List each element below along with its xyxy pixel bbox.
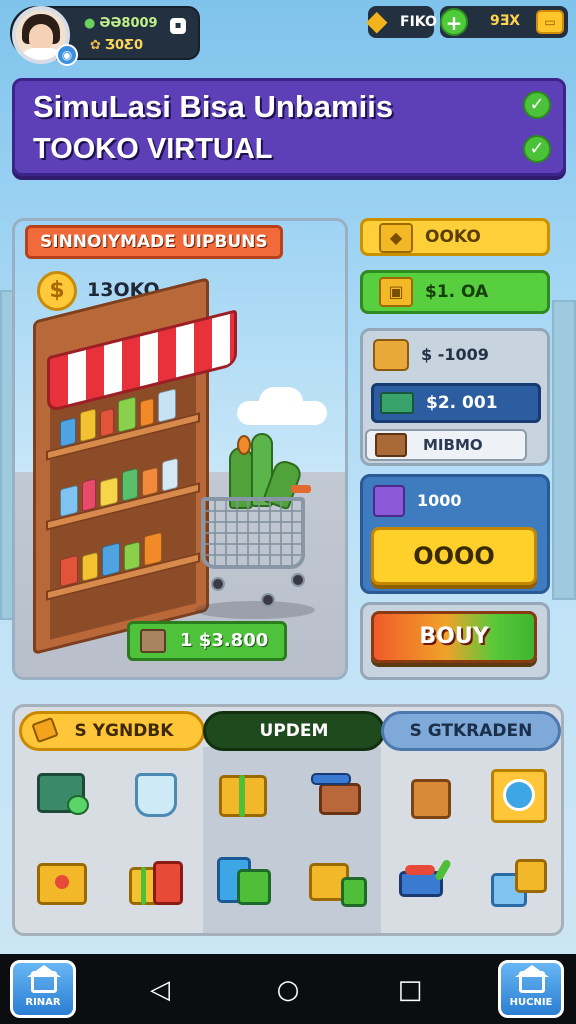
gem-value: 1000 — [417, 491, 462, 510]
target-badge-icon[interactable] — [489, 767, 547, 823]
chest-icon — [373, 339, 409, 371]
tab-left[interactable]: S YGNDBK — [19, 711, 205, 751]
yellow-shop-button[interactable]: ◆ OOKO — [360, 218, 550, 256]
shopping-cart[interactable] — [201, 497, 305, 569]
player-stat-1: ● ƏƏ8009 — [84, 16, 158, 31]
back-button[interactable]: ◁ — [142, 972, 178, 1008]
stock-panel: $ -1009 $2. 001 MIBMO — [360, 328, 550, 466]
bucket-icon[interactable] — [127, 769, 185, 819]
green-shop-button[interactable]: ▣ $1. OA — [360, 270, 550, 314]
stock-value: $ -1009 — [421, 345, 489, 364]
toy-cart-icon[interactable] — [399, 857, 457, 907]
store-scene[interactable]: SINNOIYMADE UIPBUNS $ 13OKO 1 $3.800 — [12, 218, 348, 680]
cash-icon — [380, 392, 414, 414]
check-icon: ✓ — [523, 135, 551, 163]
price-button[interactable]: 1 $3.800 — [127, 621, 287, 661]
side-panel: ◆ OOKO ▣ $1. OA $ -1009 $2. 001 MIBMO 10… — [360, 218, 550, 680]
house-icon — [31, 971, 57, 993]
gems-value: 9ƎX — [490, 13, 521, 29]
gold-resource[interactable]: ◆ FIKO — [366, 4, 437, 38]
home-button[interactable]: ○ — [270, 972, 306, 1008]
cash-register-icon[interactable] — [33, 769, 91, 819]
game-controller-icon: ◉ — [56, 44, 78, 66]
player-stat-2: ✿ Ʒ0Ƹ0 — [90, 38, 144, 53]
cash-button[interactable]: $2. 001 — [371, 383, 541, 423]
book-stack-icon[interactable] — [215, 855, 273, 905]
crate-icon: ◆ — [379, 223, 413, 253]
coin-icon: $ — [37, 271, 77, 311]
gift-stack-icon[interactable] — [127, 857, 185, 907]
right-home-button[interactable]: HUCNIE — [498, 960, 564, 1018]
inventory-button[interactable]: MIBMO — [365, 429, 527, 461]
crate-icon — [375, 433, 407, 457]
scene-title: SINNOIYMADE UIPBUNS — [25, 225, 283, 259]
item-grid: S YGNDBK UPDEM S GTKRADEN — [12, 704, 564, 936]
gold-chest-icon[interactable] — [33, 857, 91, 907]
title-banner: SimuLasi Bisa Unbamiis TOOKO VIRTUAL ✓ ✓ — [12, 78, 566, 176]
recent-apps-button[interactable]: □ — [392, 972, 428, 1008]
purple-gem-icon — [373, 485, 405, 517]
player-profile[interactable]: ◉ ● ƏƏ8009 ✿ Ʒ0Ƹ0 ▪ — [10, 6, 200, 66]
tab-middle[interactable]: UPDEM — [203, 711, 385, 751]
check-icon: ✓ — [523, 91, 551, 119]
box-bundle-icon[interactable] — [309, 857, 367, 907]
game-subtitle: TOOKO VIRTUAL — [33, 133, 273, 165]
produce — [237, 435, 251, 455]
buy-panel: BOUY — [360, 602, 550, 680]
system-nav-bar: RINAR ◁ ○ □ HUCNIE — [0, 954, 576, 1024]
left-home-button[interactable]: RINAR — [10, 960, 76, 1018]
purchase-panel: 1000 OOOO — [360, 474, 550, 594]
ticket-icon[interactable]: ▭ — [536, 10, 564, 34]
gems-resource[interactable]: + 9ƎX ▭ — [440, 6, 568, 38]
box-icon: ▣ — [379, 277, 413, 307]
gear-icon[interactable]: ▪ — [170, 18, 186, 34]
paper-bag-icon[interactable] — [403, 769, 461, 819]
tag-icon — [31, 716, 59, 744]
gold-bar-icon: ◆ — [366, 4, 388, 37]
house-icon — [519, 971, 545, 993]
gift-box-icon[interactable] — [215, 769, 273, 819]
buy-button[interactable]: BOUY — [371, 611, 537, 663]
tab-right[interactable]: S GTKRADEN — [381, 711, 561, 751]
crate-pile-icon[interactable] — [491, 857, 549, 907]
background-building-right — [552, 300, 576, 600]
confirm-button[interactable]: OOOO — [371, 527, 537, 585]
game-title: SimuLasi Bisa Unbamiis — [33, 89, 394, 124]
coffee-cart-icon[interactable] — [309, 769, 367, 819]
cloud — [259, 387, 303, 417]
box-icon — [140, 629, 166, 653]
plus-icon[interactable]: + — [440, 8, 468, 36]
